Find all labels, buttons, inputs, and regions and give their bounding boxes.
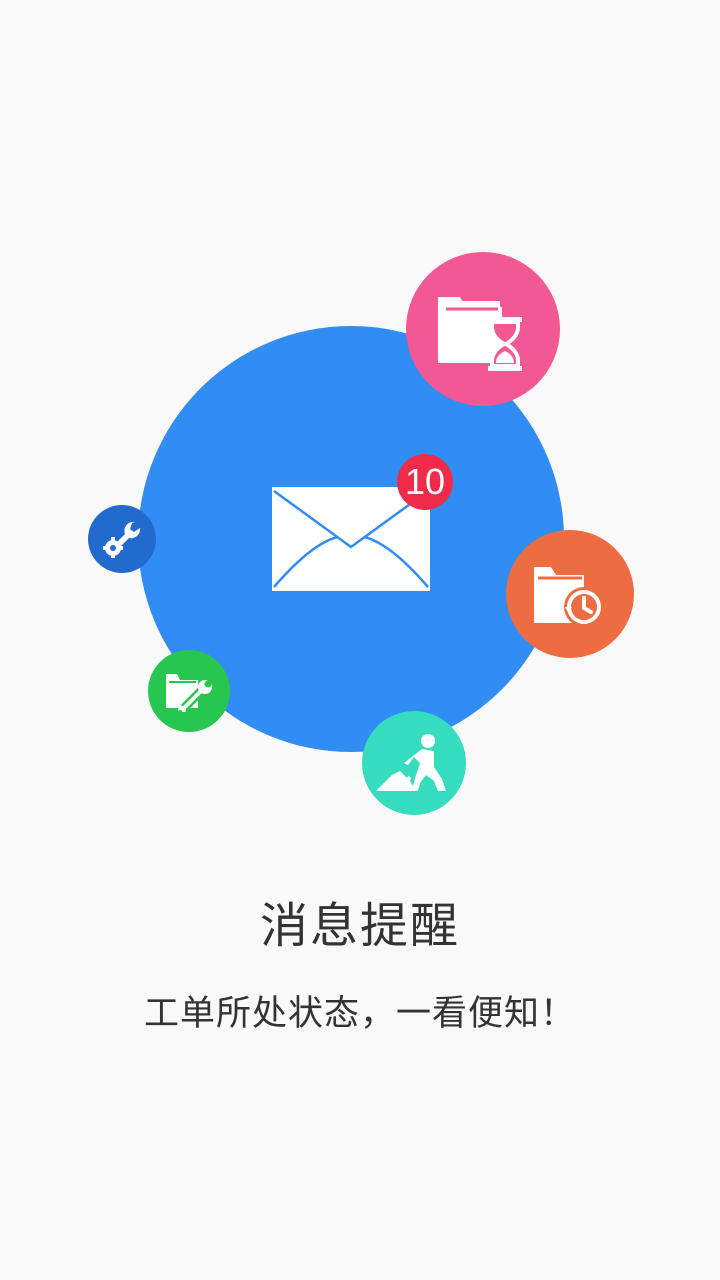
page-subtitle: 工单所处状态，一看便知！ [143, 994, 576, 1034]
settings-circle [88, 505, 156, 573]
pending-status-circle [406, 252, 560, 406]
message-count-text: 10 [404, 461, 446, 502]
worker-digging-icon [376, 734, 446, 791]
folder-wrench-icon [166, 674, 212, 712]
page-title: 消息提醒 [259, 898, 460, 954]
onboarding-screen: 10 消息提醒 工单所处状态，一看便知！ [0, 0, 720, 1280]
repair-status-circle [148, 650, 230, 732]
message-count-badge: 10 [397, 454, 453, 510]
folder-hourglass-icon [438, 297, 522, 371]
in-progress-status-circle [362, 711, 466, 815]
folder-history-icon [534, 567, 604, 627]
wrench-gear-icon [103, 521, 141, 558]
history-status-circle [506, 530, 634, 658]
